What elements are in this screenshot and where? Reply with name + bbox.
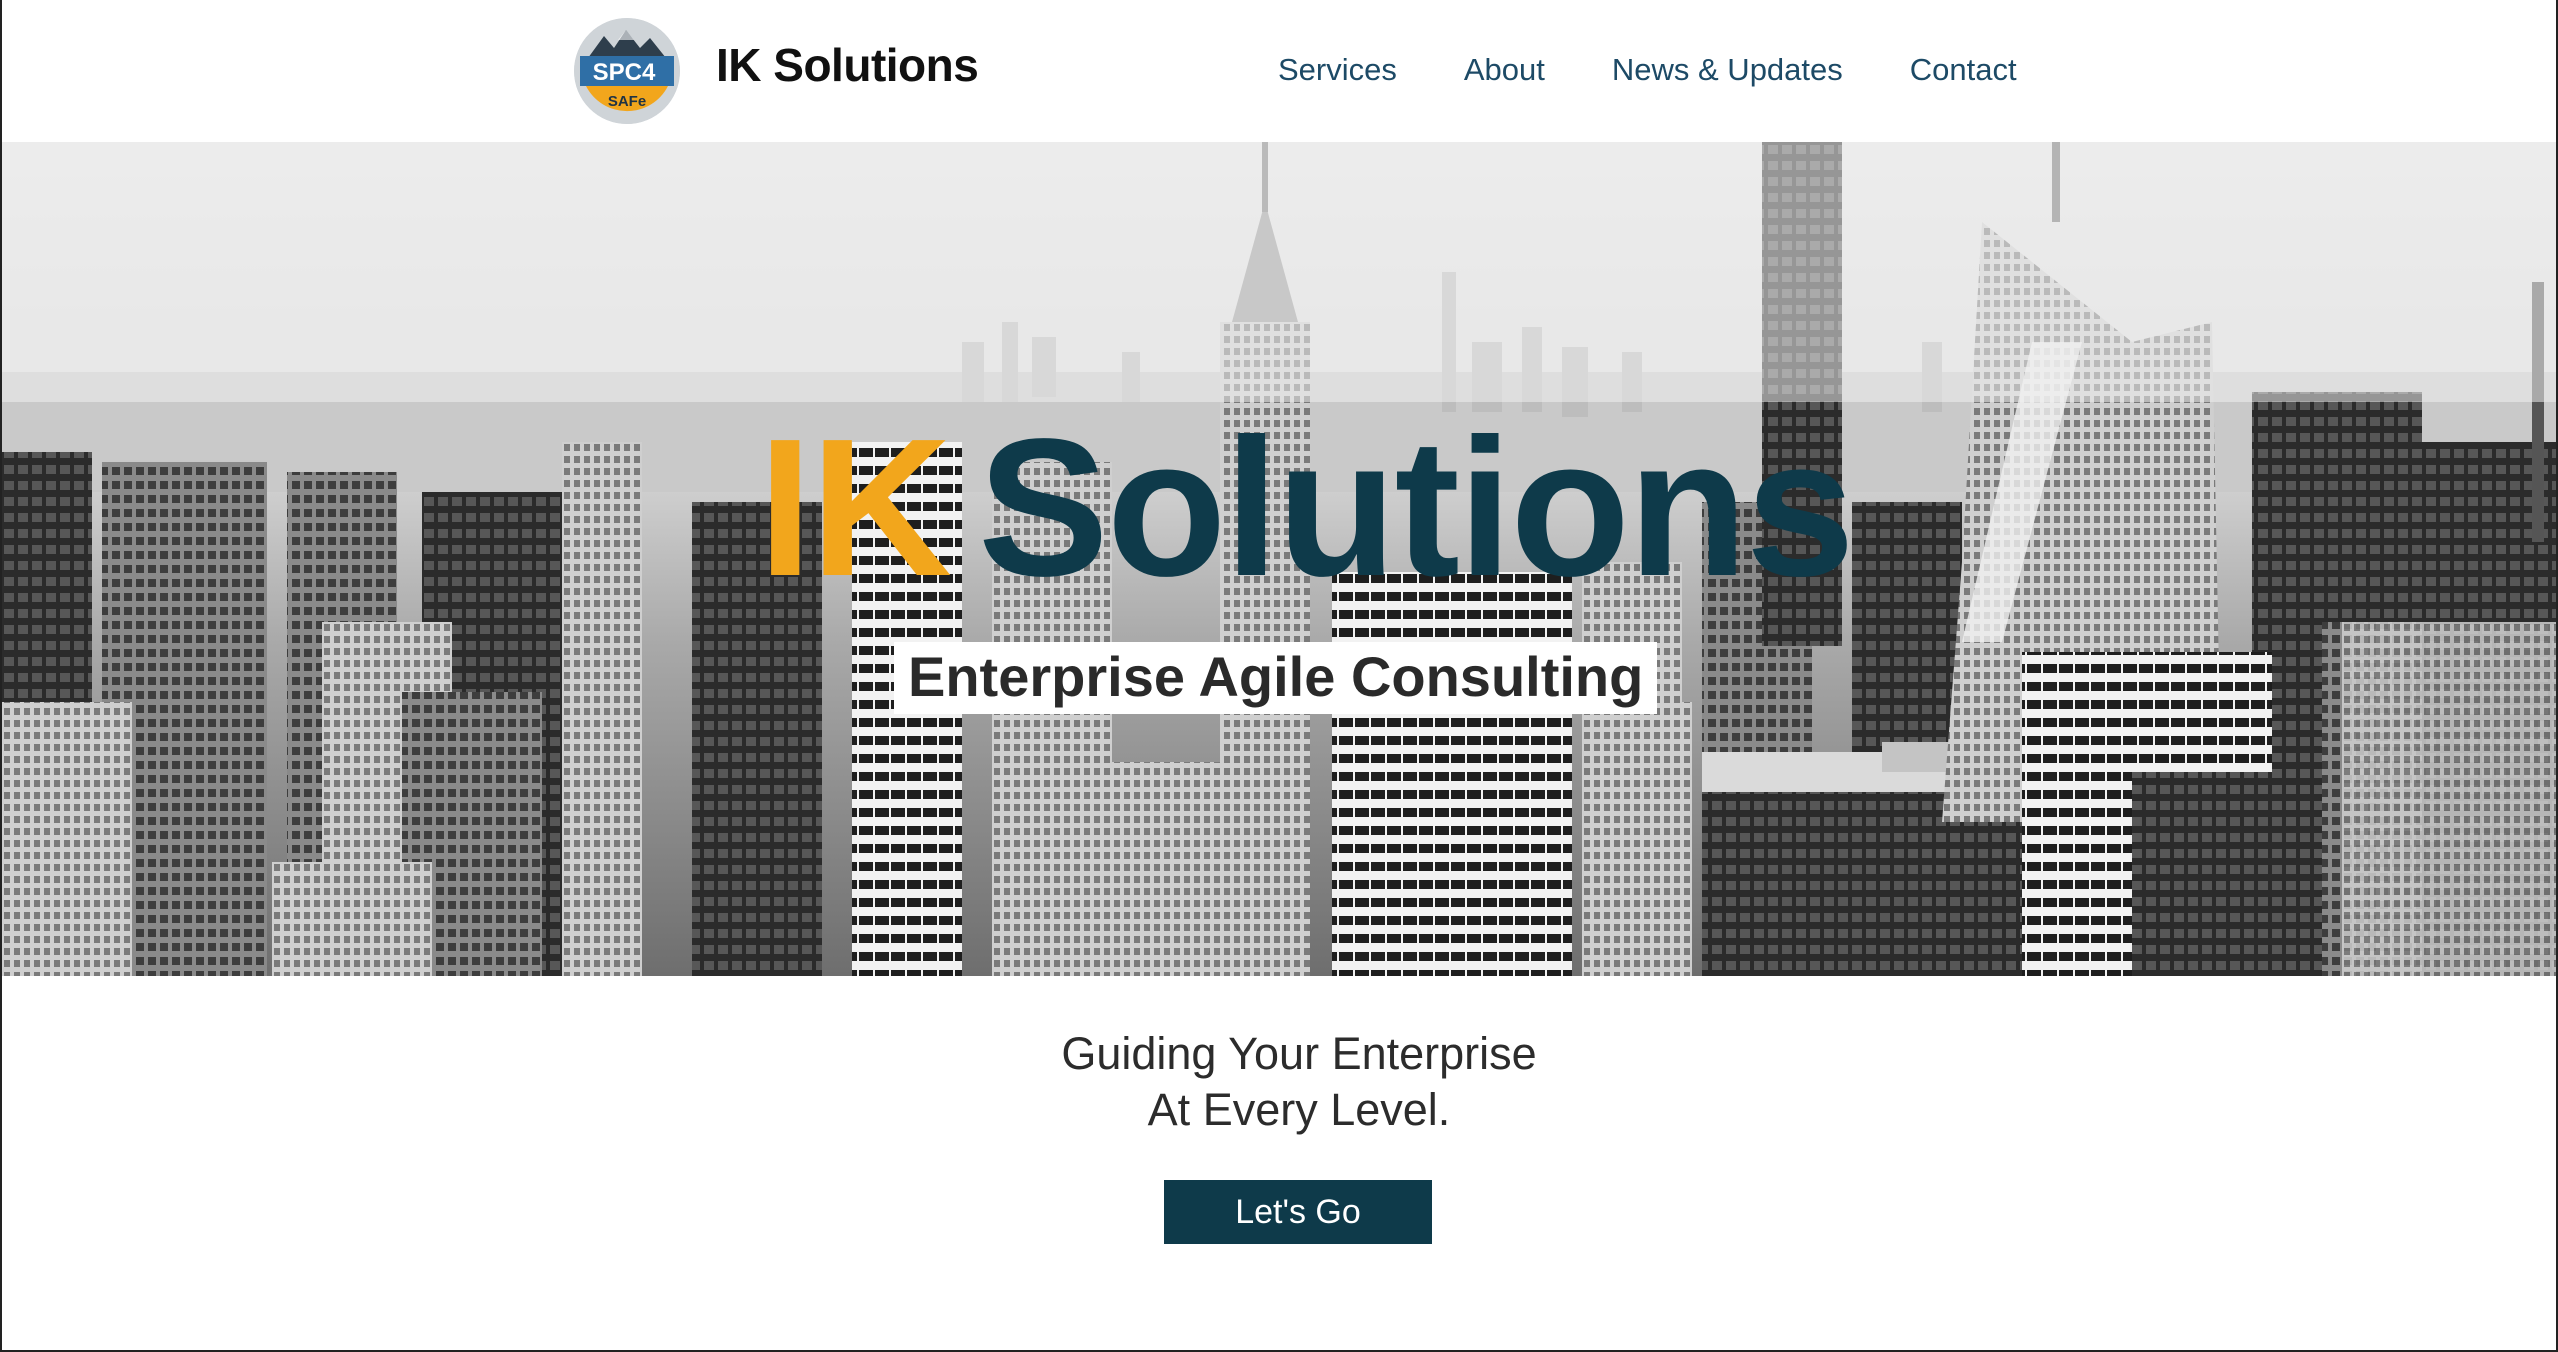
main-nav: Services About News & Updates Contact xyxy=(1278,52,2017,88)
spc4-safe-badge-icon[interactable]: SPC4 SAFe xyxy=(574,18,680,124)
hero-title: IK Solutions xyxy=(758,410,1855,606)
page: SPC4 SAFe IK Solutions Services About Ne… xyxy=(0,0,2558,1352)
tagline: Guiding Your Enterprise At Every Level. xyxy=(2,1026,2556,1138)
hero-title-ik: IK xyxy=(758,398,952,617)
nav-item-services[interactable]: Services xyxy=(1278,52,1397,88)
nav-item-about[interactable]: About xyxy=(1464,52,1545,88)
hero-section: IK Solutions Enterprise Agile Consulting xyxy=(2,142,2556,976)
hero-title-solutions: Solutions xyxy=(978,398,1855,617)
hero-subtitle: Enterprise Agile Consulting xyxy=(894,642,1658,714)
lets-go-button[interactable]: Let's Go xyxy=(1164,1180,1432,1244)
nav-item-contact[interactable]: Contact xyxy=(1910,52,2017,88)
nav-item-news-updates[interactable]: News & Updates xyxy=(1612,52,1843,88)
site-header: SPC4 SAFe IK Solutions Services About Ne… xyxy=(2,0,2556,142)
tagline-line-2: At Every Level. xyxy=(1147,1084,1451,1135)
logo-text-safe: SAFe xyxy=(608,93,646,110)
logo-text-spc4: SPC4 xyxy=(593,59,656,86)
tagline-line-1: Guiding Your Enterprise xyxy=(1061,1028,1537,1079)
brand-name[interactable]: IK Solutions xyxy=(716,38,979,92)
